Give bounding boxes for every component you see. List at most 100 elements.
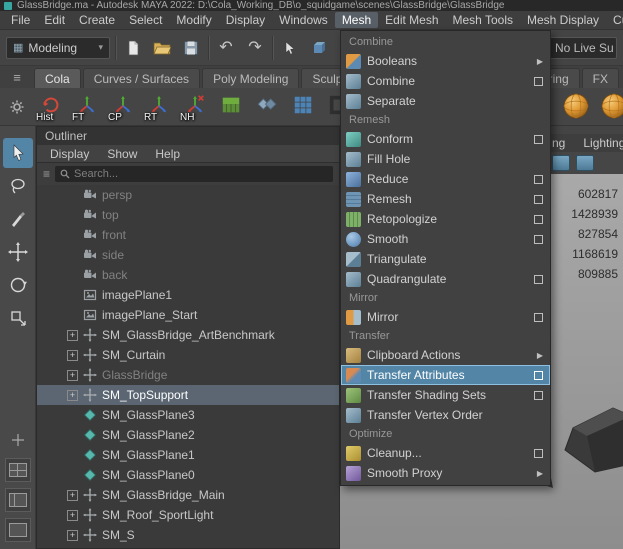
option-box-icon[interactable] <box>534 214 543 224</box>
option-box-icon[interactable] <box>534 134 543 144</box>
outliner-item-sm-glassbridge-artbenchmark[interactable]: + SM_GlassBridge_ArtBenchmark <box>37 325 339 345</box>
layout-single-button[interactable] <box>4 518 31 542</box>
viewport-menu-lighting[interactable]: Lighting <box>583 134 623 152</box>
menu-mesh[interactable]: Mesh <box>334 12 379 28</box>
scale-tool[interactable] <box>3 303 33 333</box>
outliner-item-sm-roof-sportlight[interactable]: + SM_Roof_SportLight <box>37 505 339 525</box>
redo-button[interactable]: ↷ <box>243 36 267 60</box>
shelf-button-grid[interactable] <box>286 90 320 124</box>
menu-display[interactable]: Display <box>219 12 272 28</box>
mesh-menu-item-reduce[interactable]: Reduce <box>341 169 550 189</box>
menu-select[interactable]: Select <box>122 12 169 28</box>
new-scene-button[interactable] <box>121 36 145 60</box>
shelf-button-sphere[interactable] <box>597 90 623 124</box>
mesh-menu-item-transfer-vertex-order[interactable]: Transfer Vertex Order <box>341 405 550 425</box>
textured-toggle-icon[interactable] <box>576 155 594 171</box>
select-tool[interactable] <box>2 138 33 168</box>
outliner-item-sm-glassplane2[interactable]: SM_GlassPlane2 <box>37 425 339 445</box>
shelf-tab-curves-surfaces[interactable]: Curves / Surfaces <box>82 68 201 88</box>
live-surface-field[interactable]: No Live Su <box>549 36 617 59</box>
option-box-icon[interactable] <box>534 312 543 322</box>
shelf-button-cp[interactable]: CP <box>106 90 140 124</box>
expand-icon[interactable]: + <box>67 509 78 521</box>
option-box-icon[interactable] <box>534 448 543 458</box>
expand-icon[interactable]: + <box>67 489 78 501</box>
menu-modify[interactable]: Modify <box>169 12 218 28</box>
gear-icon[interactable] <box>0 100 34 114</box>
mesh-menu-item-combine[interactable]: Combine <box>341 71 550 91</box>
mesh-menu-item-mirror[interactable]: Mirror <box>341 307 550 327</box>
menu-cur[interactable]: Cur <box>606 12 623 28</box>
outliner-item-side[interactable]: side <box>37 245 339 265</box>
layout-split-button[interactable] <box>4 488 31 512</box>
menu-edit[interactable]: Edit <box>37 12 72 28</box>
menu-file[interactable]: File <box>4 12 37 28</box>
shelf-tab-fx[interactable]: FX <box>581 68 619 88</box>
expand-icon[interactable]: + <box>67 369 78 381</box>
option-box-icon[interactable] <box>534 234 543 244</box>
mesh-menu-item-separate[interactable]: Separate <box>341 91 550 111</box>
search-input[interactable]: Search... <box>55 166 333 182</box>
menu-create[interactable]: Create <box>72 12 122 28</box>
shelf-button-grass-block[interactable] <box>214 90 248 124</box>
lasso-tool[interactable] <box>3 171 33 201</box>
selection-mode-button[interactable] <box>278 36 302 60</box>
mesh-menu-item-triangulate[interactable]: Triangulate <box>341 249 550 269</box>
outliner-item-back[interactable]: back <box>37 265 339 285</box>
mesh-menu-item-clipboard-actions[interactable]: Clipboard Actions ▶ <box>341 345 550 365</box>
last-tool-slot[interactable] <box>3 425 33 455</box>
menu-set-selector[interactable]: ▦ Modeling ▾ <box>6 36 110 59</box>
option-box-icon[interactable] <box>534 76 543 86</box>
move-tool[interactable] <box>3 237 33 267</box>
mesh-menu-item-conform[interactable]: Conform <box>341 129 550 149</box>
component-mode-button[interactable] <box>307 36 331 60</box>
option-box-icon[interactable] <box>534 274 543 284</box>
outliner-item-sm-glassplane3[interactable]: SM_GlassPlane3 <box>37 405 339 425</box>
option-box-icon[interactable] <box>534 390 543 400</box>
outliner-item-front[interactable]: front <box>37 225 339 245</box>
shelf-button-ft[interactable]: FT <box>70 90 104 124</box>
mesh-menu-item-fill-hole[interactable]: Fill Hole <box>341 149 550 169</box>
expand-icon[interactable]: + <box>67 389 78 401</box>
expand-icon[interactable]: + <box>67 329 78 341</box>
outliner-item-sm-glassplane0[interactable]: SM_GlassPlane0 <box>37 465 339 485</box>
option-box-icon[interactable] <box>534 370 543 380</box>
rotate-tool[interactable] <box>3 270 33 300</box>
outliner-menu-show[interactable]: Show <box>98 145 146 162</box>
mesh-menu-item-booleans[interactable]: Booleans ▶ <box>341 51 550 71</box>
mesh-menu-item-transfer-attributes[interactable]: Transfer Attributes <box>341 365 550 385</box>
outliner-item-imageplane1[interactable]: imagePlane1 <box>37 285 339 305</box>
option-box-icon[interactable] <box>534 194 543 204</box>
shelf-button-diamonds[interactable] <box>250 90 284 124</box>
menu-mesh-tools[interactable]: Mesh Tools <box>446 12 520 28</box>
expand-icon[interactable]: + <box>67 349 78 361</box>
mesh-menu-item-remesh[interactable]: Remesh <box>341 189 550 209</box>
outliner-item-sm-curtain[interactable]: + SM_Curtain <box>37 345 339 365</box>
save-scene-button[interactable] <box>179 36 203 60</box>
mesh-menu-item-transfer-shading-sets[interactable]: Transfer Shading Sets <box>341 385 550 405</box>
outliner-item-imageplane-start[interactable]: imagePlane_Start <box>37 305 339 325</box>
option-box-icon[interactable] <box>534 174 543 184</box>
outliner-item-sm-glassplane1[interactable]: SM_GlassPlane1 <box>37 445 339 465</box>
list-icon[interactable]: ≡ <box>43 168 50 180</box>
shelf-button-rt[interactable]: RT <box>142 90 176 124</box>
shelf-button-hist[interactable]: Hist <box>34 90 68 124</box>
shelf-menu-icon[interactable]: ≡ <box>0 68 34 88</box>
mesh-menu-item-smooth[interactable]: Smooth <box>341 229 550 249</box>
shading-toggle-icon[interactable] <box>552 155 570 171</box>
outliner-item-sm-s[interactable]: + SM_S <box>37 525 339 545</box>
shelf-tab-cola[interactable]: Cola <box>34 68 81 88</box>
outliner-menu-help[interactable]: Help <box>146 145 189 162</box>
undo-button[interactable]: ↶ <box>214 36 238 60</box>
mesh-menu-item-smooth-proxy[interactable]: Smooth Proxy ▶ <box>341 463 550 483</box>
shelf-tab-poly-modeling[interactable]: Poly Modeling <box>202 68 300 88</box>
paint-select-tool[interactable] <box>3 204 33 234</box>
outliner-item-sm-topsupport[interactable]: + SM_TopSupport <box>37 385 339 405</box>
menu-mesh-display[interactable]: Mesh Display <box>520 12 606 28</box>
shelf-button-nh[interactable]: NH <box>178 90 212 124</box>
outliner-item-top[interactable]: top <box>37 205 339 225</box>
mesh-menu-item-cleanup[interactable]: Cleanup... <box>341 443 550 463</box>
outliner-item-persp[interactable]: persp <box>37 185 339 205</box>
menu-edit-mesh[interactable]: Edit Mesh <box>378 12 445 28</box>
mesh-menu-item-retopologize[interactable]: Retopologize <box>341 209 550 229</box>
